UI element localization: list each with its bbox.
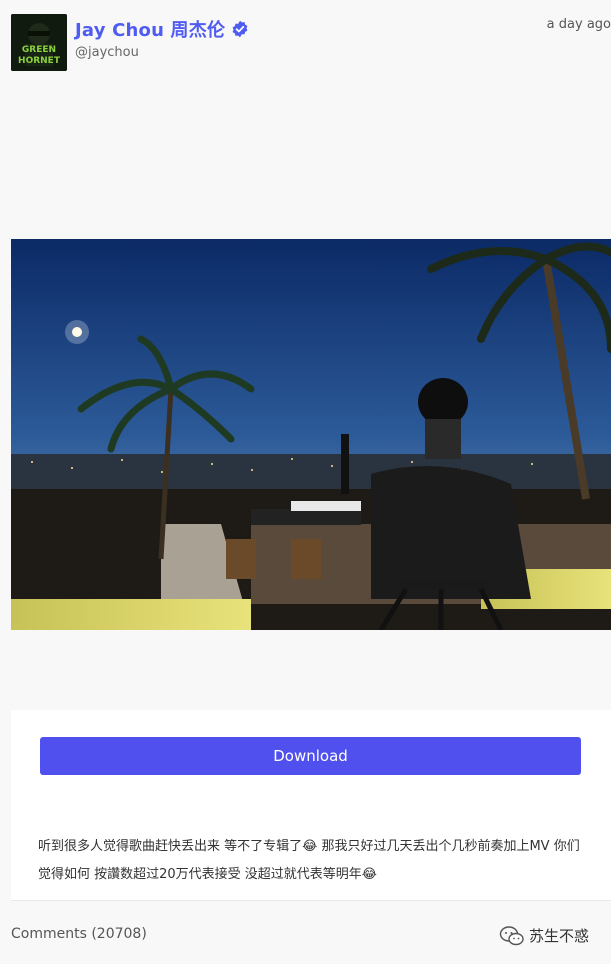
verified-badge-icon xyxy=(232,20,248,38)
post-caption: 听到很多人觉得歌曲赶快丢出来 等不了专辑了😂 那我只好过几天丢出个几秒前奏加上M… xyxy=(38,839,580,882)
avatar[interactable]: GREEN HORNET xyxy=(11,14,67,71)
author-row: Jay Chou 周杰伦 xyxy=(75,16,249,42)
wechat-icon xyxy=(499,925,524,945)
post-time: a day ago xyxy=(546,17,611,32)
post-photo[interactable] xyxy=(11,239,611,630)
avatar-text-1: GREEN xyxy=(22,45,56,55)
comments-count[interactable]: Comments (20708) xyxy=(11,926,147,942)
download-button[interactable]: Download xyxy=(40,737,581,775)
divider xyxy=(11,900,611,901)
avatar-text-2: HORNET xyxy=(18,56,61,66)
photo-image xyxy=(11,239,611,630)
watermark: 苏生不惑 xyxy=(499,925,589,946)
avatar-image: GREEN HORNET xyxy=(11,14,67,71)
author-name[interactable]: Jay Chou 周杰伦 xyxy=(75,16,225,42)
post-panel: Download 听到很多人觉得歌曲赶快丢出来 等不了专辑了😂 那我只好过几天丢… xyxy=(11,710,611,900)
author-handle[interactable]: @jaychou xyxy=(75,45,139,60)
watermark-text: 苏生不惑 xyxy=(529,927,590,945)
post-header: GREEN HORNET Jay Chou 周杰伦 @jaychou a day… xyxy=(11,14,611,74)
